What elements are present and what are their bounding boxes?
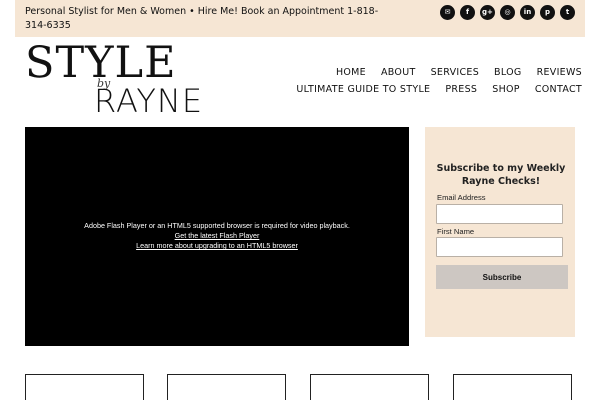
nav-about[interactable]: ABOUT <box>381 66 416 83</box>
linkedin-icon[interactable]: in <box>520 5 535 20</box>
flash-player-link[interactable]: Get the latest Flash Player <box>175 231 260 241</box>
subscribe-title: Subscribe to my Weekly Rayne Checks! <box>436 163 566 187</box>
video-fallback-message: Adobe Flash Player or an HTML5 supported… <box>25 221 409 251</box>
social-icons: ✉ f g+ ◎ in p t <box>440 5 575 20</box>
video-message-text: Adobe Flash Player or an HTML5 supported… <box>84 221 350 230</box>
main-nav: HOME ABOUT SERVICES BLOG REVIEWS ULTIMAT… <box>282 66 582 100</box>
nav-reviews[interactable]: REVIEWS <box>537 66 582 83</box>
site-logo[interactable]: STYLE by RAYNE <box>25 40 225 120</box>
nav-blog[interactable]: BLOG <box>494 66 522 83</box>
nav-row-1: HOME ABOUT SERVICES BLOG REVIEWS <box>282 66 582 83</box>
first-name-label: First Name <box>437 227 475 236</box>
instagram-icon[interactable]: ◎ <box>500 5 515 20</box>
feature-box-3[interactable] <box>310 374 429 400</box>
subscribe-button[interactable]: Subscribe <box>436 265 568 289</box>
html5-browser-link[interactable]: Learn more about upgrading to an HTML5 b… <box>136 241 298 251</box>
email-label: Email Address <box>437 193 486 202</box>
nav-home[interactable]: HOME <box>336 66 366 83</box>
email-field[interactable] <box>436 204 563 224</box>
nav-row-2: ULTIMATE GUIDE TO STYLE PRESS SHOP CONTA… <box>282 83 582 100</box>
feature-box-2[interactable] <box>167 374 286 400</box>
top-bar: Personal Stylist for Men & Women • Hire … <box>15 0 585 37</box>
top-bar-text: Personal Stylist for Men & Women • Hire … <box>25 6 379 31</box>
nav-ultimate-guide[interactable]: ULTIMATE GUIDE TO STYLE <box>296 83 430 100</box>
video-player[interactable]: Adobe Flash Player or an HTML5 supported… <box>25 127 409 346</box>
feature-box-1[interactable] <box>25 374 144 400</box>
first-name-field[interactable] <box>436 237 563 257</box>
nav-press[interactable]: PRESS <box>445 83 477 100</box>
twitter-icon[interactable]: t <box>560 5 575 20</box>
feature-box-4[interactable] <box>453 374 572 400</box>
facebook-icon[interactable]: f <box>460 5 475 20</box>
pinterest-icon[interactable]: p <box>540 5 555 20</box>
subscribe-panel: Subscribe to my Weekly Rayne Checks! Ema… <box>425 127 575 337</box>
google-plus-icon[interactable]: g+ <box>480 5 495 20</box>
email-icon[interactable]: ✉ <box>440 5 455 20</box>
nav-contact[interactable]: CONTACT <box>535 83 582 100</box>
logo-rayne-text: RAYNE <box>94 82 204 120</box>
nav-shop[interactable]: SHOP <box>492 83 520 100</box>
nav-services[interactable]: SERVICES <box>431 66 479 83</box>
